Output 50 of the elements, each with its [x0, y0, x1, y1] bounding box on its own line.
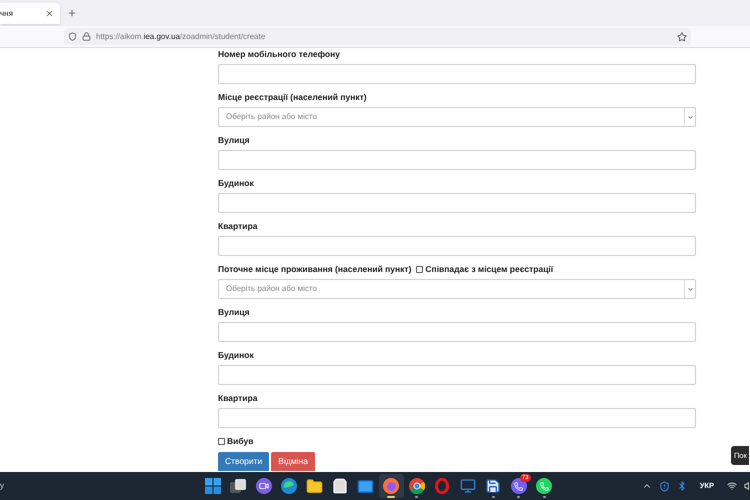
input-field[interactable] [218, 408, 696, 428]
field-label: Поточне місце проживання (населений пункт) [218, 264, 412, 274]
checkbox-label: Співпадає з місцем реєстрації [425, 264, 554, 274]
phone-bubble-icon [536, 478, 552, 494]
overlapping-squares-icon [230, 479, 246, 493]
field-label: Квартира [218, 393, 258, 403]
ring-icon [435, 478, 450, 494]
checkbox[interactable] [218, 438, 225, 444]
field-label: Вулиця [218, 307, 250, 317]
field-label: Будинок [218, 350, 254, 360]
phone-bubble-icon [510, 478, 527, 494]
video-chat-icon [256, 478, 272, 494]
select-field[interactable]: Оберіть район або місто [218, 279, 696, 299]
lock-icon [82, 32, 91, 41]
field-label: Будинок [218, 178, 254, 188]
create-button[interactable]: Створити [218, 452, 270, 471]
swirl-icon [281, 478, 298, 494]
select-field[interactable]: Оберіть район або місто [218, 107, 696, 127]
dropdown-caret-icon [686, 286, 694, 292]
field-label: Квартира [218, 221, 258, 231]
shield-icon [68, 32, 77, 41]
input-field[interactable] [218, 322, 696, 342]
cancel-button[interactable]: Відміна [271, 452, 315, 471]
circle-logo-icon [408, 478, 425, 494]
shield-warning-icon[interactable] [658, 480, 670, 492]
field-label: Номер мобільного телефону [218, 49, 340, 59]
new-tab-icon[interactable] [67, 8, 77, 18]
checkbox-label: Вибув [227, 436, 254, 446]
field-label: Місце реєстрації (населений пункт) [218, 92, 367, 102]
mail-icon [357, 478, 374, 494]
input-field[interactable] [218, 193, 696, 213]
windows-logo-icon [204, 478, 221, 494]
browser-tab[interactable]: чня [0, 3, 60, 24]
folder-icon [306, 478, 324, 494]
address-bar[interactable]: https://aikom.iea.gov.ua/zoadmin/student/create [64, 28, 691, 45]
checkbox[interactable] [416, 266, 424, 272]
close-icon[interactable] [45, 9, 54, 18]
bluetooth-icon[interactable] [676, 481, 687, 491]
taskbar-text: y [0, 480, 4, 492]
star-icon[interactable] [677, 32, 687, 42]
url-text: https://aikom.iea.gov.ua/zoadmin/student/create [96, 30, 266, 42]
input-field[interactable] [218, 64, 696, 84]
monitor-icon [460, 478, 476, 494]
input-field[interactable] [218, 150, 696, 170]
field-label: Вулиця [218, 135, 250, 145]
wifi-icon[interactable] [727, 481, 737, 491]
dropdown-caret-icon [686, 114, 694, 120]
taskbar-button[interactable] [378, 474, 404, 498]
input-field[interactable] [218, 365, 696, 385]
input-field[interactable] [218, 236, 696, 256]
